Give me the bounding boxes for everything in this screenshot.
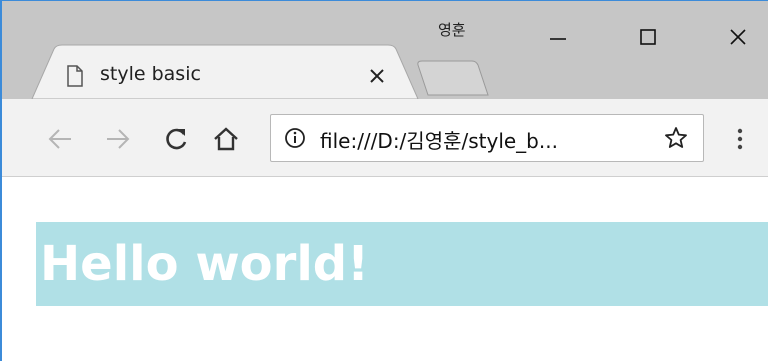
back-arrow-icon <box>48 129 71 149</box>
page-heading: Hello world! <box>36 222 768 306</box>
kebab-menu-icon <box>737 128 743 150</box>
forward-arrow-icon <box>107 129 130 149</box>
tab-close-button[interactable] <box>366 65 388 87</box>
minimize-button[interactable] <box>536 17 580 57</box>
reload-icon <box>166 128 187 150</box>
tab-title: style basic <box>100 63 201 85</box>
browser-window: 영훈 style basic file:///D:/김영훈/style_b...… <box>0 0 768 361</box>
tab-style-basic[interactable] <box>2 1 422 99</box>
maximize-button[interactable] <box>626 17 670 57</box>
new-tab-button[interactable] <box>414 59 490 97</box>
close-icon <box>730 29 746 45</box>
info-icon[interactable] <box>284 127 306 149</box>
forward-button[interactable] <box>104 125 132 153</box>
page-icon <box>67 65 83 87</box>
minimize-icon <box>550 38 566 40</box>
home-icon <box>214 127 238 151</box>
reload-button[interactable] <box>162 125 190 153</box>
back-button[interactable] <box>46 125 74 153</box>
url-text[interactable]: file:///D:/김영훈/style_b... <box>320 125 558 154</box>
star-icon[interactable] <box>664 126 688 150</box>
profile-name[interactable]: 영훈 <box>438 19 466 40</box>
maximize-icon <box>640 29 656 45</box>
home-button[interactable] <box>212 125 240 153</box>
browser-menu-button[interactable] <box>730 125 750 153</box>
close-icon <box>370 69 384 83</box>
close-window-button[interactable] <box>716 17 760 57</box>
